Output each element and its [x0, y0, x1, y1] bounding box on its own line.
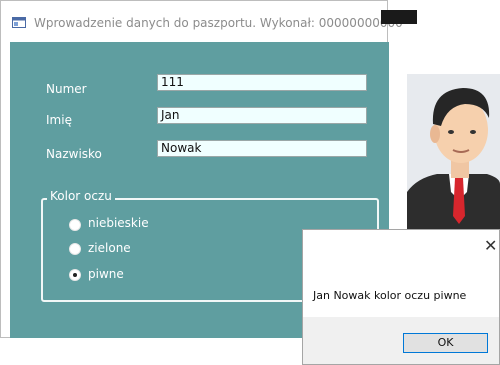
imie-label: Imię — [46, 113, 72, 127]
nazwisko-field[interactable]: Nowak — [157, 140, 367, 157]
numer-label: Numer — [46, 82, 87, 96]
person-portrait-icon — [407, 74, 500, 230]
radio-label-niebieskie[interactable]: niebieskie — [88, 216, 149, 230]
eye-color-group-title: Kolor oczu — [47, 189, 115, 203]
radio-selected-dot — [73, 273, 77, 277]
ok-button[interactable]: OK — [403, 333, 488, 353]
nazwisko-label: Nazwisko — [46, 147, 102, 161]
radio-piwne[interactable] — [69, 269, 81, 281]
radio-label-piwne[interactable]: piwne — [88, 267, 124, 281]
radio-niebieskie[interactable] — [69, 219, 81, 231]
close-icon[interactable]: ✕ — [484, 236, 497, 255]
message-text: Jan Nowak kolor oczu piwne — [313, 289, 467, 302]
title-bar[interactable]: Wprowadzenie danych do paszportu. Wykona… — [1, 1, 403, 41]
app-window-icon — [12, 17, 26, 28]
numer-field[interactable]: 111 — [157, 74, 367, 91]
window-title: Wprowadzenie danych do paszportu. Wykona… — [34, 16, 403, 30]
radio-zielone[interactable] — [69, 243, 81, 255]
window-edge-tab — [381, 10, 417, 24]
passport-photo — [407, 74, 500, 230]
message-footer: OK — [303, 317, 499, 364]
imie-field[interactable]: Jan — [157, 107, 367, 124]
radio-label-zielone[interactable]: zielone — [88, 241, 131, 255]
message-box: ✕ Jan Nowak kolor oczu piwne OK — [302, 229, 500, 365]
